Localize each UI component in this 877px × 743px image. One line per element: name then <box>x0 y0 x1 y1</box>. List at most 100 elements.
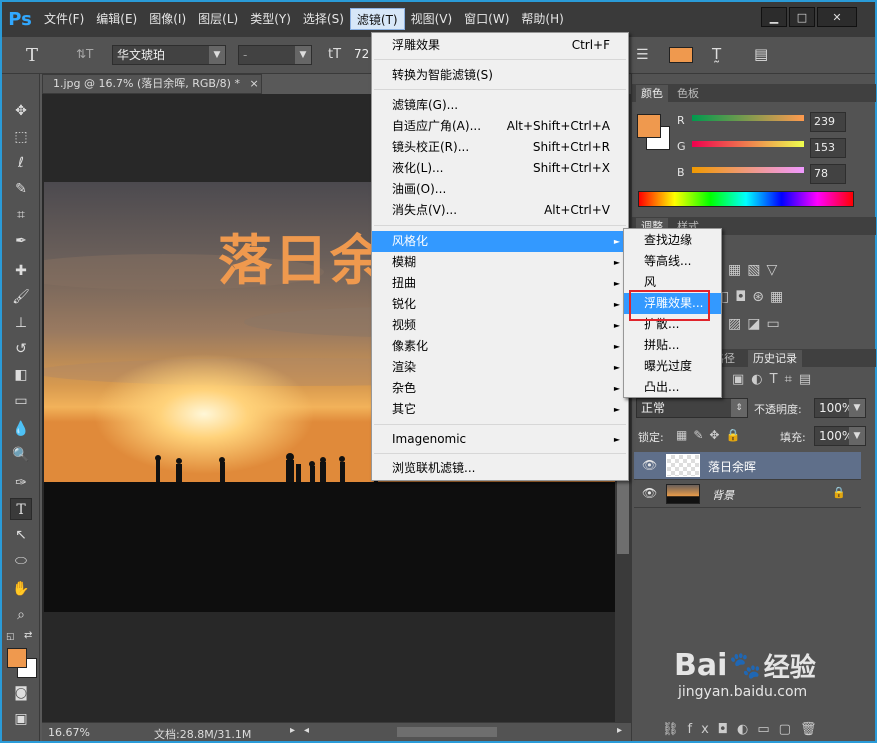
submenu-item-tiles[interactable]: 拼贴... <box>624 335 721 356</box>
menu-item-vanishing-point[interactable]: 消失点(V)... Alt+Ctrl+V <box>372 200 628 221</box>
menu-item-other[interactable]: 其它 ► <box>372 399 628 420</box>
layers-footer-icons[interactable]: ⛓fx◘◐▭▢🗑 <box>662 722 825 737</box>
menu-image[interactable]: 图像(I) <box>143 8 192 30</box>
layer-name[interactable]: 落日余晖 <box>708 458 756 475</box>
ellipse-tool-icon[interactable]: ⬭ <box>10 550 32 572</box>
tab-history[interactable]: 历史记录 <box>748 350 802 367</box>
layer-row-text[interactable]: 👁 落日余晖 <box>634 452 861 480</box>
scroll-left-icon[interactable]: ◂ <box>304 725 309 736</box>
brush-tool-icon[interactable]: 🖌 <box>10 286 32 308</box>
zoom-tool-icon[interactable]: ⌕ <box>10 604 32 626</box>
scroll-thumb[interactable] <box>617 474 629 554</box>
document-tab[interactable]: 1.jpg @ 16.7% (落日余晖, RGB/8) * × <box>42 74 262 94</box>
adjustment-icons-row-2[interactable]: ◧◘⊛▦ <box>716 289 789 305</box>
menu-item-pixelate[interactable]: 像素化 ► <box>372 336 628 357</box>
healing-brush-tool-icon[interactable]: ✚ <box>10 260 32 282</box>
menu-select[interactable]: 选择(S) <box>297 8 350 30</box>
adjustment-icons-row-3[interactable]: ▨◪▭ <box>728 316 786 332</box>
menu-item-blur[interactable]: 模糊 ► <box>372 252 628 273</box>
text-color-swatch[interactable] <box>669 47 693 63</box>
adjustment-icons-row-1[interactable]: ▦▧▽ <box>728 262 783 278</box>
menu-item-browse-online[interactable]: 浏览联机滤镜... <box>372 458 628 479</box>
close-tab-icon[interactable]: × <box>249 77 258 90</box>
type-tool-preset-icon[interactable]: T <box>26 45 38 66</box>
lock-icons[interactable]: ▦✎✥🔒 <box>676 428 746 442</box>
r-value[interactable]: 239 <box>810 112 846 132</box>
menu-item-stylize[interactable]: 风格化 ► <box>372 231 628 252</box>
history-brush-tool-icon[interactable]: ↺ <box>10 338 32 360</box>
font-style-select[interactable]: - ▼ <box>238 45 312 65</box>
font-family-select[interactable]: 华文琥珀 ▼ <box>112 45 226 65</box>
menu-filter[interactable]: 滤镜(T) <box>349 8 405 30</box>
menu-item-last-filter[interactable]: 浮雕效果 Ctrl+F <box>372 35 628 56</box>
menu-item-render[interactable]: 渲染 ► <box>372 357 628 378</box>
visibility-eye-icon[interactable]: 👁 <box>642 458 657 472</box>
submenu-item-contour[interactable]: 等高线... <box>624 251 721 272</box>
submenu-item-solarize[interactable]: 曝光过度 <box>624 356 721 377</box>
character-panel-icon[interactable]: ▤ <box>754 45 768 63</box>
opacity-field[interactable]: 100% ▼ <box>814 398 866 418</box>
menu-layer[interactable]: 图层(L) <box>192 8 244 30</box>
quick-select-tool-icon[interactable]: ✎ <box>10 178 32 200</box>
scroll-right-icon[interactable]: ▸ <box>617 725 622 736</box>
menu-file[interactable]: 文件(F) <box>38 8 90 30</box>
r-slider[interactable] <box>692 115 804 121</box>
menu-item-sharpen[interactable]: 锐化 ► <box>372 294 628 315</box>
g-value[interactable]: 153 <box>810 138 846 158</box>
color-spectrum[interactable] <box>638 191 854 207</box>
horizontal-scroll-thumb[interactable] <box>397 727 497 737</box>
text-orientation-icon[interactable]: ⇅T <box>76 47 93 61</box>
warp-text-icon[interactable]: T̰ <box>712 45 721 63</box>
lasso-tool-icon[interactable]: ℓ <box>10 152 32 174</box>
menu-item-video[interactable]: 视频 ► <box>372 315 628 336</box>
menu-item-filter-gallery[interactable]: 滤镜库(G)... <box>372 95 628 116</box>
quick-mask-icon[interactable]: ◙ <box>10 682 32 704</box>
submenu-item-find-edges[interactable]: 查找边缘 <box>624 230 721 251</box>
menu-type[interactable]: 类型(Y) <box>244 8 297 30</box>
menu-item-lens-correction[interactable]: 镜头校正(R)... Shift+Ctrl+R <box>372 137 628 158</box>
status-menu-arrow-icon[interactable]: ▸ <box>290 725 295 736</box>
gradient-tool-icon[interactable]: ▭ <box>10 390 32 412</box>
submenu-item-extrude[interactable]: 凸出... <box>624 377 721 398</box>
screen-mode-icon[interactable]: ▣ <box>10 708 32 730</box>
zoom-level[interactable]: 16.67% <box>48 726 90 739</box>
layer-filter-icons[interactable]: ▣◐T⌗▤ <box>732 372 818 387</box>
menu-help[interactable]: 帮助(H) <box>515 8 569 30</box>
tab-swatches[interactable]: 色板 <box>672 85 704 102</box>
dodge-tool-icon[interactable]: 🔍 <box>10 444 32 466</box>
menu-item-oil-paint[interactable]: 油画(O)... <box>372 179 628 200</box>
close-button[interactable]: ✕ <box>817 7 857 27</box>
menu-window[interactable]: 窗口(W) <box>458 8 515 30</box>
layer-name[interactable]: 背景 <box>712 487 734 503</box>
b-slider[interactable] <box>692 167 804 173</box>
menu-item-distort[interactable]: 扭曲 ► <box>372 273 628 294</box>
fill-field[interactable]: 100% ▼ <box>814 426 866 446</box>
menu-item-noise[interactable]: 杂色 ► <box>372 378 628 399</box>
document-info[interactable]: 文档:28.8M/31.1M <box>154 726 251 742</box>
panel-fg-swatch[interactable] <box>637 114 661 138</box>
menu-item-liquify[interactable]: 液化(L)... Shift+Ctrl+X <box>372 158 628 179</box>
minimize-button[interactable]: ▁ <box>761 7 787 27</box>
pen-tool-icon[interactable]: ✑ <box>10 472 32 494</box>
foreground-color-swatch[interactable] <box>7 648 27 668</box>
menu-view[interactable]: 视图(V) <box>405 8 459 30</box>
menu-edit[interactable]: 编辑(E) <box>90 8 143 30</box>
marquee-tool-icon[interactable]: ⬚ <box>10 126 32 148</box>
font-size-value[interactable]: 72 <box>354 47 369 61</box>
blend-mode-select[interactable]: 正常 ⇕ <box>636 398 748 418</box>
tab-color[interactable]: 颜色 <box>636 85 668 102</box>
crop-tool-icon[interactable]: ⌗ <box>10 204 32 226</box>
eyedropper-tool-icon[interactable]: ✒ <box>10 230 32 252</box>
type-tool-icon[interactable]: T <box>10 498 32 520</box>
restore-button[interactable]: □ <box>789 7 815 27</box>
blur-tool-icon[interactable]: 💧 <box>10 418 32 440</box>
layer-row-background[interactable]: 👁 背景 🔒 <box>634 480 861 508</box>
menu-item-imagenomic[interactable]: Imagenomic ► <box>372 429 628 450</box>
path-select-tool-icon[interactable]: ↖ <box>10 524 32 546</box>
eraser-tool-icon[interactable]: ◧ <box>10 364 32 386</box>
b-value[interactable]: 78 <box>810 164 846 184</box>
swap-colors-icon[interactable]: ⇄ <box>24 630 32 641</box>
visibility-eye-icon[interactable]: 👁 <box>642 486 657 500</box>
move-tool-icon[interactable]: ✥ <box>10 100 32 122</box>
menu-item-adaptive-wide-angle[interactable]: 自适应广角(A)... Alt+Shift+Ctrl+A <box>372 116 628 137</box>
